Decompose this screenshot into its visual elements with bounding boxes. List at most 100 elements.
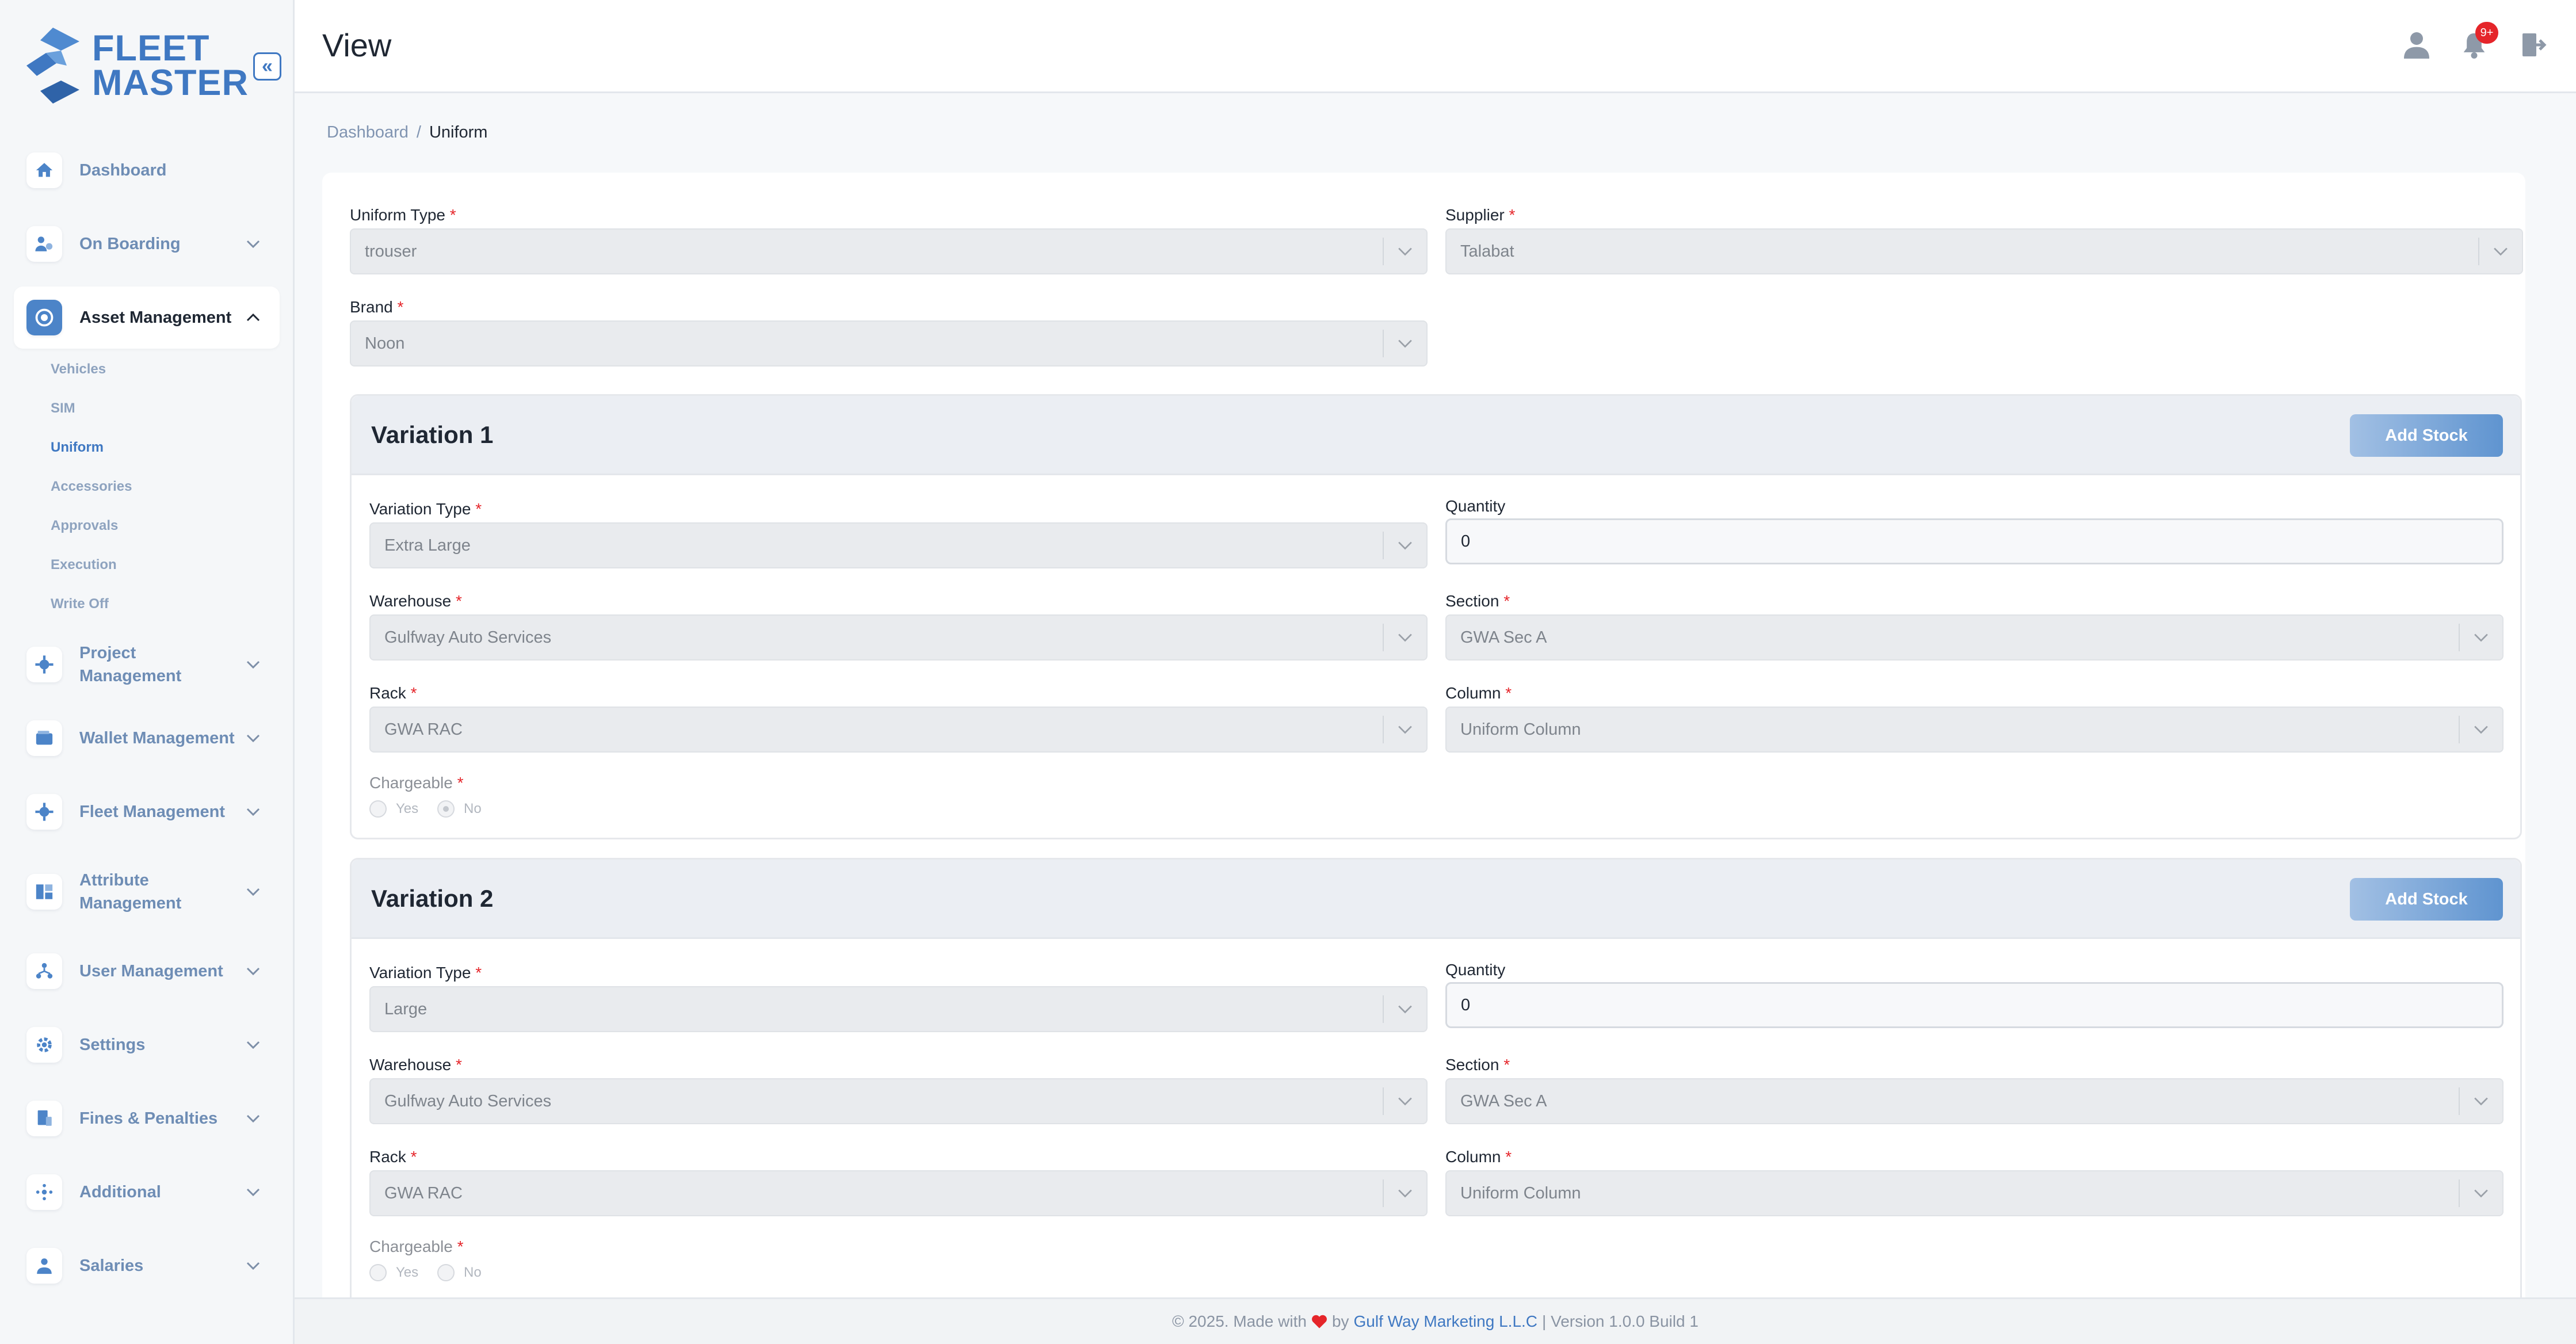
variation-title: Variation 2 (371, 885, 494, 912)
collapse-sidebar-button[interactable]: « (253, 52, 281, 81)
sidebar-item-attribute-management[interactable]: Attribute Management (14, 861, 280, 923)
quantity-input[interactable]: 0 (1445, 982, 2504, 1028)
sidebar-item-on-boarding[interactable]: On Boarding (14, 213, 280, 275)
chevron-down-icon (1384, 725, 1426, 734)
chevron-down-icon (242, 1041, 265, 1049)
chargeable-label: Chargeable * (369, 1238, 464, 1255)
sidebar-subitem-write-off[interactable]: Write Off (51, 596, 109, 612)
sidebar-item-dashboard[interactable]: Dashboard (14, 139, 280, 201)
chevron-down-icon (1384, 541, 1426, 550)
notification-badge: 9+ (2475, 22, 2498, 44)
sidebar-item-additional[interactable]: Additional (14, 1161, 280, 1223)
sidebar-item-label: Dashboard (79, 161, 167, 180)
chevron-down-icon (1384, 633, 1426, 642)
chevron-down-icon (242, 240, 265, 248)
sidebar-item-label: User Management (79, 962, 223, 980)
add-stock-button[interactable]: Add Stock (2350, 878, 2503, 921)
wallet-icon (26, 720, 62, 756)
column-label: Column * (1445, 684, 1512, 702)
logo-mark-icon (26, 28, 79, 104)
asset-icon (26, 300, 62, 335)
footer-by: by (1331, 1312, 1349, 1330)
profile-icon[interactable] (2401, 29, 2433, 61)
warehouse-select[interactable]: Gulfway Auto Services (369, 614, 1428, 660)
section-select[interactable]: GWA Sec A (1445, 614, 2504, 660)
chevron-down-icon (2460, 1097, 2502, 1106)
column-select[interactable]: Uniform Column (1445, 707, 2504, 753)
chargeable-label: Chargeable * (369, 774, 464, 792)
sidebar-item-label: Salaries (79, 1257, 144, 1275)
sidebar-item-fleet-management[interactable]: Fleet Management (14, 781, 280, 843)
chevron-down-icon (242, 808, 265, 816)
top-header: View 9+ (295, 0, 2576, 93)
breadcrumb: Dashboard / Uniform (327, 123, 487, 142)
quantity-input[interactable]: 0 (1445, 518, 2504, 564)
sidebar-item-wallet-management[interactable]: Wallet Management (14, 707, 280, 769)
variation-type-label: Variation Type * (369, 964, 482, 982)
sidebar-item-fines-penalties[interactable]: Fines & Penalties (14, 1087, 280, 1150)
sidebar-item-salaries[interactable]: Salaries (14, 1235, 280, 1297)
sidebar-item-label: Settings (79, 1036, 146, 1054)
breadcrumb-dashboard-link[interactable]: Dashboard (327, 123, 409, 142)
logout-icon[interactable] (2517, 29, 2549, 61)
company-link[interactable]: Gulf Way Marketing L.L.C (1354, 1312, 1538, 1331)
sidebar-item-label: On Boarding (79, 235, 181, 253)
chargeable-no-radio[interactable]: No (437, 800, 482, 818)
chargeable-yes-radio[interactable]: Yes (369, 1264, 418, 1281)
sidebar-subitem-accessories[interactable]: Accessories (51, 479, 132, 495)
chevron-up-icon (242, 314, 265, 322)
sidebar-subitem-approvals[interactable]: Approvals (51, 518, 118, 534)
chevron-down-icon (1384, 247, 1426, 256)
sidebar-item-asset-management[interactable]: Asset Management (14, 287, 280, 349)
rack-select[interactable]: GWA RAC (369, 707, 1428, 753)
chevron-down-icon (242, 660, 265, 669)
uniform-type-select[interactable]: trouser (350, 228, 1428, 274)
double-chevron-left-icon: « (262, 55, 273, 77)
chevron-down-icon (242, 967, 265, 975)
sidebar-item-settings[interactable]: Settings (14, 1014, 280, 1076)
chargeable-yes-radio[interactable]: Yes (369, 800, 418, 818)
sidebar-item-user-management[interactable]: User Management (14, 940, 280, 1002)
fleet-master-logo[interactable]: FLEET MASTER (26, 28, 249, 104)
chevron-down-icon (242, 888, 265, 896)
chevron-down-icon (2460, 1189, 2502, 1198)
sidebar-subitem-execution[interactable]: Execution (51, 557, 117, 573)
column-select[interactable]: Uniform Column (1445, 1170, 2504, 1216)
section-label: Section * (1445, 592, 1510, 610)
add-stock-button[interactable]: Add Stock (2350, 414, 2503, 457)
chevron-down-icon (1384, 1005, 1426, 1014)
sidebar-subitem-sim[interactable]: SIM (51, 400, 75, 417)
fleet-icon (26, 794, 62, 830)
warehouse-label: Warehouse * (369, 1056, 462, 1074)
brand-select[interactable]: Noon (350, 320, 1428, 366)
supplier-select[interactable]: Talabat (1445, 228, 2523, 274)
brand-label: Brand * (350, 298, 404, 316)
sidebar-item-project-management[interactable]: Project Management (14, 633, 280, 696)
breadcrumb-current: Uniform (429, 123, 488, 142)
uniform-type-label: Uniform Type * (350, 206, 456, 224)
variation-type-select[interactable]: Extra Large (369, 522, 1428, 568)
section-select[interactable]: GWA Sec A (1445, 1078, 2504, 1124)
variation-type-select[interactable]: Large (369, 986, 1428, 1032)
quantity-label: Quantity (1445, 497, 1506, 515)
sidebar: FLEET MASTER « Dashboard On Boarding Ass… (0, 0, 295, 1344)
sidebar-subitem-vehicles[interactable]: Vehicles (51, 361, 106, 377)
page-title: View (322, 27, 392, 63)
supplier-label: Supplier * (1445, 206, 1516, 224)
sidebar-subitem-uniform[interactable]: Uniform (51, 440, 104, 456)
chevron-down-icon (1384, 1097, 1426, 1106)
warehouse-select[interactable]: Gulfway Auto Services (369, 1078, 1428, 1124)
chevron-down-icon (1384, 1189, 1426, 1198)
sidebar-item-label: Fleet Management (79, 803, 225, 821)
chevron-down-icon (1384, 339, 1426, 348)
rack-select[interactable]: GWA RAC (369, 1170, 1428, 1216)
quantity-label: Quantity (1445, 961, 1506, 979)
project-icon (26, 647, 62, 682)
chevron-down-icon (2460, 633, 2502, 642)
column-label: Column * (1445, 1148, 1512, 1166)
variation-header: Variation 1 Add Stock (352, 396, 2520, 475)
notification-bell-icon[interactable]: 9+ (2458, 22, 2498, 61)
sidebar-item-label: Attribute Management (79, 871, 182, 912)
chargeable-no-radio[interactable]: No (437, 1264, 482, 1281)
gear-icon (26, 1027, 62, 1063)
